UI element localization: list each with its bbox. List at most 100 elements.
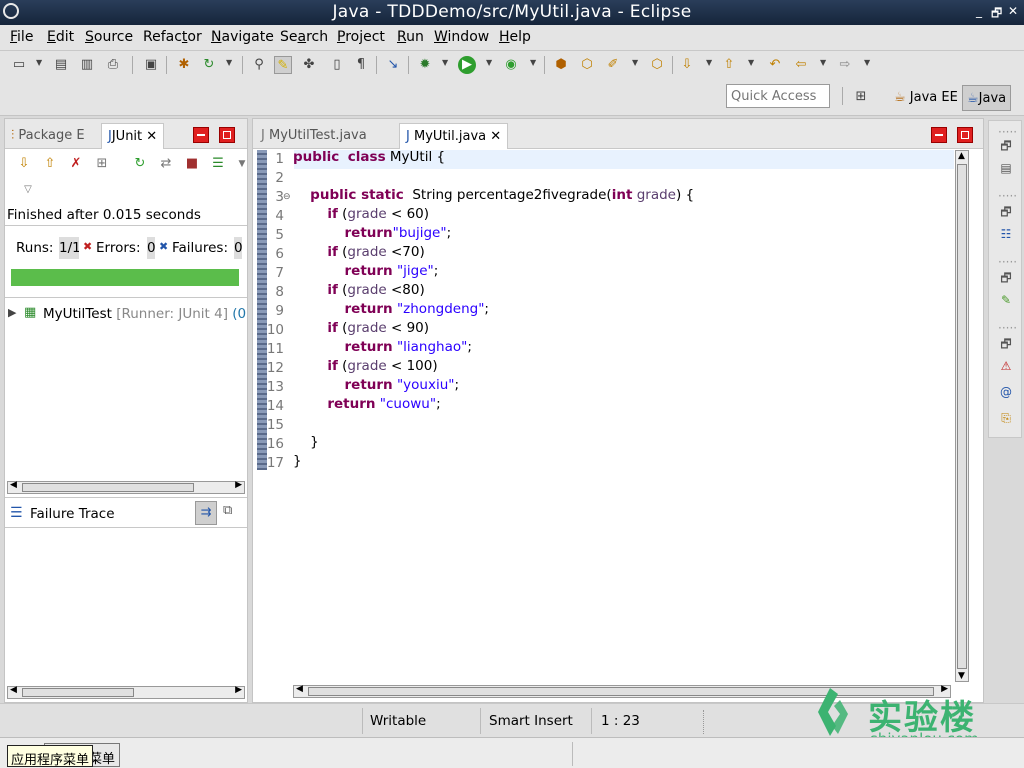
code-line[interactable]: } — [293, 434, 319, 453]
stop-icon[interactable]: ■ — [183, 155, 201, 173]
runs-label: Runs: — [16, 240, 54, 256]
compare-icon[interactable]: ⧉ — [223, 503, 232, 518]
code-line[interactable]: return"bujige"; — [293, 225, 452, 244]
scroll-lock-icon[interactable]: ⊞ — [93, 155, 111, 173]
fold-icon[interactable]: ⊖ — [283, 192, 291, 202]
hierarchy-icon[interactable]: ☷ — [998, 227, 1014, 243]
refresh-icon[interactable]: ↻ — [200, 56, 218, 74]
menu-item-project[interactable]: Project — [337, 29, 385, 45]
editor-maximize-button[interactable] — [957, 127, 973, 143]
maximize-view-button[interactable] — [219, 127, 235, 143]
run-icon[interactable]: ▶ — [458, 56, 476, 74]
whitespace-icon[interactable]: ¶ — [352, 56, 370, 74]
code-line[interactable]: return "zhongdeng"; — [293, 301, 489, 320]
tree-h-scrollbar[interactable]: ◀ ▶ — [7, 480, 245, 494]
taskbar: 菜单 应用程序菜单 — [0, 737, 1024, 768]
prev-failure-icon[interactable]: ⇧ — [41, 155, 59, 173]
code-line[interactable]: return "youxiu"; — [293, 377, 460, 396]
next-failure-icon[interactable]: ⇩ — [15, 155, 33, 173]
code-line[interactable]: if (grade < 90) — [293, 320, 429, 339]
line-number: 12 — [266, 360, 284, 376]
print-icon[interactable]: ⎙ — [104, 56, 122, 74]
tab-package-explorer[interactable]: ⫶ Package E — [5, 123, 91, 149]
declaration-icon[interactable]: ⎘ — [998, 411, 1014, 427]
editor-v-scrollbar[interactable]: ▲ ▼ — [955, 150, 969, 682]
menu-item-navigate[interactable]: Navigate — [211, 29, 274, 45]
menu-item-window[interactable]: Window — [434, 29, 489, 45]
new-package-icon[interactable]: ⬢ — [552, 56, 570, 74]
filter-trace-icon[interactable]: ⇉ — [195, 501, 217, 525]
restore-hierarchy-icon[interactable]: 🗗 — [998, 203, 1014, 219]
block-icon[interactable]: ▯ — [328, 56, 346, 74]
restore-outline-icon[interactable]: 🗗 — [998, 137, 1014, 153]
problems-icon[interactable]: ⚠ — [998, 359, 1014, 375]
tab-junit[interactable]: JJUnit ✕ — [101, 123, 165, 149]
editor-minimize-button[interactable] — [931, 127, 947, 143]
outline-icon[interactable]: ▤ — [998, 161, 1014, 177]
task-icon[interactable]: ✎ — [998, 293, 1014, 309]
restore-task-icon[interactable]: 🗗 — [998, 269, 1014, 285]
open-task-icon[interactable]: ✐ — [604, 56, 622, 74]
code-line[interactable]: if (grade <80) — [293, 282, 424, 301]
view-menu-icon[interactable]: ▽ — [19, 181, 37, 199]
debug-icon[interactable]: ⚲ — [250, 56, 268, 74]
rerun-icon[interactable]: ↻ — [131, 155, 149, 173]
quick-access-input[interactable] — [726, 84, 830, 108]
history-icon[interactable]: ☰ — [209, 155, 227, 173]
code-line[interactable]: if (grade < 60) — [293, 206, 429, 225]
code-line[interactable]: } — [293, 453, 302, 472]
run-last-icon[interactable]: ◉ — [502, 56, 520, 74]
open-type-icon[interactable]: ⬡ — [578, 56, 596, 74]
trace-h-scrollbar[interactable]: ◀ ▶ — [7, 685, 245, 699]
mark-occurrences-icon[interactable]: ✎ — [274, 56, 292, 74]
open-perspective-icon[interactable]: ⊞ — [852, 88, 870, 106]
new-icon[interactable]: ▭ — [10, 56, 28, 74]
next-annotation-icon[interactable]: ⇩ — [678, 56, 696, 74]
close-button[interactable]: ✕ — [1008, 4, 1018, 18]
back-icon[interactable]: ⇦ — [792, 56, 810, 74]
minimize-button[interactable]: _ — [976, 4, 982, 18]
menu-item-edit[interactable]: Edit — [47, 29, 74, 45]
open-folder-icon[interactable]: ⬡ — [648, 56, 666, 74]
tab-myutil[interactable]: J MyUtil.java ✕ — [399, 123, 509, 149]
perspective-java[interactable]: ☕Java — [962, 85, 1012, 111]
menu-item-refactor[interactable]: Refactor — [143, 29, 202, 45]
console-icon[interactable]: ▣ — [142, 56, 160, 74]
minimize-view-button[interactable] — [193, 127, 209, 143]
last-edit-icon[interactable]: ↶ — [766, 56, 784, 74]
save-icon[interactable]: ▤ — [52, 56, 70, 74]
code-line[interactable]: if (grade <70) — [293, 244, 424, 263]
errors-label: Errors: — [96, 240, 141, 256]
perspective-java-ee[interactable]: ☕ Java EE — [890, 85, 962, 111]
close-tab-icon[interactable]: ✕ — [146, 129, 157, 144]
code-line[interactable]: return "lianghao"; — [293, 339, 472, 358]
test-tree-item[interactable]: MyUtilTest [Runner: JUnit 4] (0.0 — [43, 306, 247, 322]
code-line[interactable]: return "cuowu"; — [293, 396, 440, 415]
menu-item-search[interactable]: Search — [280, 29, 328, 45]
code-line[interactable]: public static String percentage2fivegrad… — [293, 187, 694, 206]
menu-item-file[interactable]: File — [10, 29, 33, 45]
tab-myutiltest[interactable]: J MyUtilTest.java — [255, 123, 373, 149]
javadoc-icon[interactable]: @ — [998, 385, 1014, 401]
save-all-icon[interactable]: ▥ — [78, 56, 96, 74]
toggle-icon[interactable]: ✤ — [300, 56, 318, 74]
history-dropdown-icon[interactable]: ▼ — [233, 155, 251, 173]
code-line[interactable]: return "jige"; — [293, 263, 439, 282]
menu-item-help[interactable]: Help — [499, 29, 531, 45]
show-failures-icon[interactable]: ✗ — [67, 155, 85, 173]
bug-icon[interactable]: ✹ — [416, 56, 434, 74]
menu-item-source[interactable]: Source — [85, 29, 133, 45]
code-line[interactable]: if (grade < 100) — [293, 358, 437, 377]
prev-annotation-icon[interactable]: ⇧ — [720, 56, 738, 74]
build-icon[interactable]: ✱ — [175, 56, 193, 74]
rerun-failed-icon[interactable]: ⇄ — [157, 155, 175, 173]
breakpoint-icon[interactable]: ↘ — [384, 56, 402, 74]
code-line[interactable]: public class MyUtil { — [293, 149, 445, 168]
forward-icon[interactable]: ⇨ — [836, 56, 854, 74]
restore-problems-icon[interactable]: 🗗 — [998, 335, 1014, 351]
expand-icon[interactable]: ▶ — [8, 306, 16, 319]
close-tab-icon[interactable]: ✕ — [490, 129, 501, 144]
failure-icon: ✖ — [159, 240, 169, 253]
menu-item-run[interactable]: Run — [397, 29, 424, 45]
restore-button[interactable]: 🗗 — [991, 4, 1002, 25]
